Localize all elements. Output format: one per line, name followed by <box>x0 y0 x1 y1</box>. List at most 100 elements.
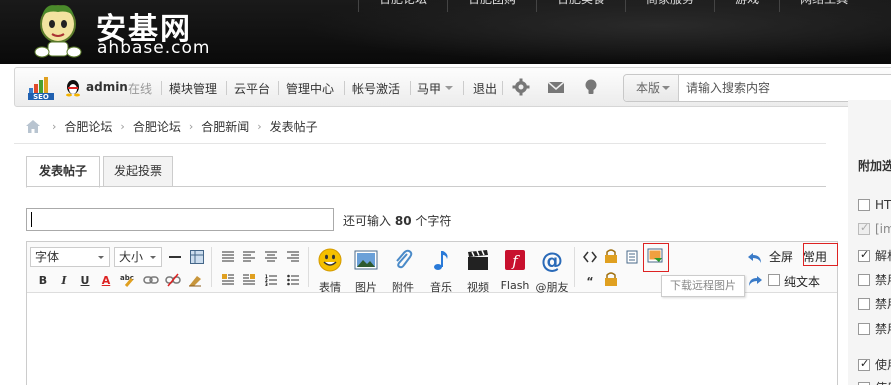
free-lock-icon[interactable] <box>603 271 619 287</box>
unlink-icon[interactable] <box>165 272 181 288</box>
user-toolbar: SEO admin 在线 模块管理 云平台 管理中心 帐号激活 马甲 退出 本版 <box>14 67 891 107</box>
plaintext-checkbox[interactable] <box>768 274 780 286</box>
account-activate-link[interactable]: 帐号激活 <box>352 80 400 97</box>
flash-button[interactable]: f Flash <box>499 248 531 292</box>
top-nav-item[interactable]: 合肥美食 <box>536 0 625 12</box>
lightbulb-icon[interactable] <box>582 78 600 96</box>
mascot-logo-icon[interactable] <box>28 2 88 60</box>
checkbox[interactable] <box>858 298 870 310</box>
post-editor: 字体 大小 B I U A abc 123 表情 图片 附件 音乐 视频 f F… <box>26 241 838 385</box>
align-center-icon[interactable] <box>263 249 279 265</box>
mail-icon[interactable] <box>547 78 565 96</box>
divider <box>574 247 575 287</box>
quote-icon[interactable]: “ <box>582 273 598 289</box>
option-disable[interactable]: 禁用 <box>858 271 891 287</box>
remain-prefix: 还可输入 <box>343 214 392 228</box>
highlight-box <box>643 243 669 272</box>
hide-content-icon[interactable] <box>603 248 619 264</box>
align-justify-icon[interactable] <box>220 249 236 265</box>
unordered-list-icon[interactable] <box>285 272 301 288</box>
clapperboard-icon <box>468 250 488 270</box>
float-right-icon[interactable] <box>241 272 257 288</box>
option-parse[interactable]: 解析 <box>858 247 891 263</box>
image-button[interactable]: 图片 <box>350 248 382 295</box>
top-nav-item[interactable]: 合肥团购 <box>447 0 536 12</box>
breadcrumb-link[interactable]: 合肥论坛 <box>64 118 112 135</box>
home-icon[interactable] <box>26 119 40 133</box>
option-disable[interactable]: 禁用 <box>858 320 891 336</box>
option-label: 禁用 <box>875 273 891 287</box>
top-nav-item[interactable]: 合肥论坛 <box>358 0 447 12</box>
font-size-select[interactable]: 大小 <box>114 247 162 267</box>
checkbox[interactable] <box>858 357 870 371</box>
search-input[interactable] <box>686 79 886 97</box>
undo-icon[interactable] <box>747 250 763 266</box>
italic-icon[interactable]: I <box>56 272 72 288</box>
module-manage-link[interactable]: 模块管理 <box>169 80 217 97</box>
option-label: HT <box>875 198 891 212</box>
video-button[interactable]: 视频 <box>462 248 494 295</box>
checkbox[interactable] <box>858 274 870 286</box>
checkbox[interactable] <box>858 199 870 211</box>
checkbox[interactable] <box>858 323 870 335</box>
option-label: 使用 <box>875 358 891 372</box>
link-icon[interactable] <box>143 272 159 288</box>
option-use[interactable]: 使用 <box>858 379 891 385</box>
username-link[interactable]: admin <box>86 80 128 94</box>
text-caret <box>31 212 32 227</box>
site-header: 安基网 ahbase.com 合肥论坛 合肥团购 合肥美食 商家服务 游戏 网络… <box>0 0 891 64</box>
seo-icon[interactable]: SEO <box>28 76 54 100</box>
page-break-icon[interactable] <box>625 249 641 265</box>
music-button[interactable]: 音乐 <box>425 248 457 295</box>
top-nav-item[interactable]: 游戏 <box>714 0 779 12</box>
align-left-icon[interactable] <box>241 249 257 265</box>
font-color-icon[interactable]: A <box>98 272 114 288</box>
subject-input[interactable] <box>26 208 334 231</box>
bold-icon[interactable]: B <box>35 272 51 288</box>
top-nav-item[interactable]: 商家服务 <box>625 0 714 12</box>
align-right-icon[interactable] <box>285 249 301 265</box>
underline-icon[interactable]: U <box>77 272 93 288</box>
tooltip: 下载远程图片 <box>661 275 745 297</box>
admin-center-link[interactable]: 管理中心 <box>286 80 334 97</box>
search-scope-select[interactable]: 本版 <box>624 75 679 101</box>
logout-link[interactable]: 退出 <box>473 80 497 97</box>
horizontal-rule-icon[interactable] <box>167 249 183 265</box>
redo-icon[interactable] <box>747 273 763 289</box>
mention-label: @朋友 <box>535 281 569 294</box>
option-disable[interactable]: 禁用 <box>858 295 891 311</box>
highlight-icon[interactable]: abc <box>120 272 136 288</box>
ordered-list-icon[interactable]: 123 <box>263 272 279 288</box>
online-status: 在线 <box>128 82 153 96</box>
option-use[interactable]: 使用 <box>858 356 891 372</box>
site-logo-domain[interactable]: ahbase.com <box>97 38 210 58</box>
attachment-button[interactable]: 附件 <box>387 248 419 295</box>
at-sign-icon: @ <box>541 249 563 274</box>
table-icon[interactable] <box>189 249 205 265</box>
divider <box>161 81 162 95</box>
checkbox[interactable] <box>858 248 870 262</box>
font-family-select[interactable]: 字体 <box>30 247 110 267</box>
top-nav-item[interactable]: 网络工具 <box>779 0 868 12</box>
qq-penguin-icon <box>66 80 80 97</box>
breadcrumb-link[interactable]: 合肥新闻 <box>201 118 249 135</box>
gear-icon[interactable] <box>512 78 530 96</box>
option-label: [im <box>875 222 891 236</box>
flash-icon: f <box>505 250 525 270</box>
mention-button[interactable]: @ @朋友 <box>535 248 569 295</box>
emoji-button[interactable]: 表情 <box>314 248 346 295</box>
option-html[interactable]: HT <box>858 198 891 212</box>
divider <box>502 81 503 95</box>
clear-format-icon[interactable] <box>187 272 203 288</box>
chevron-right-icon: › <box>188 119 194 133</box>
tab-new-post[interactable]: 发表帖子 <box>26 156 100 188</box>
option-label: 禁用 <box>875 297 891 311</box>
tab-new-poll[interactable]: 发起投票 <box>103 156 173 187</box>
vest-dropdown[interactable]: 马甲 <box>417 80 441 97</box>
breadcrumb-link[interactable]: 合肥论坛 <box>133 118 181 135</box>
float-left-icon[interactable] <box>220 272 236 288</box>
chevron-down-icon <box>445 86 453 94</box>
fullscreen-button[interactable]: 全屏 <box>769 248 793 265</box>
code-icon[interactable] <box>582 249 598 265</box>
cloud-platform-link[interactable]: 云平台 <box>234 80 270 97</box>
